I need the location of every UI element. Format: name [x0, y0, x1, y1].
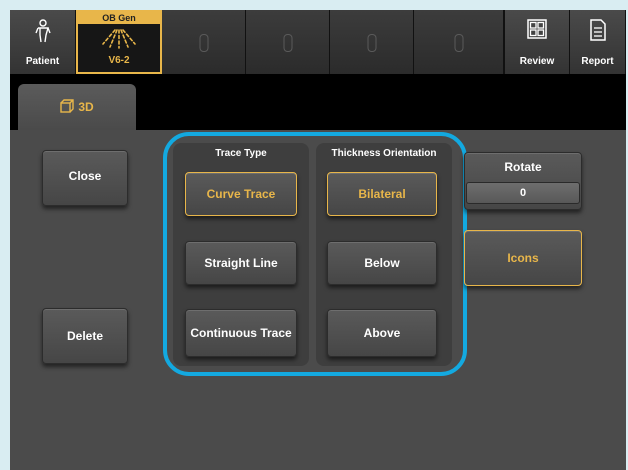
below-button[interactable]: Below	[327, 241, 437, 285]
probe-button[interactable]: OB Gen V6-2	[76, 10, 162, 74]
probe-slot-3[interactable]	[330, 10, 414, 74]
bilateral-button[interactable]: Bilateral	[327, 172, 437, 216]
probe-slot-2[interactable]	[246, 10, 330, 74]
rotate-value-field[interactable]: 0	[466, 182, 580, 204]
probe-slot-4[interactable]	[414, 10, 504, 74]
empty-slot-icon	[199, 34, 208, 52]
straight-line-button[interactable]: Straight Line	[185, 241, 297, 285]
close-button[interactable]: Close	[42, 150, 128, 206]
thickness-orientation-header: Thickness Orientation	[331, 148, 437, 159]
tab-label: 3D	[78, 100, 94, 114]
empty-slot-icon	[454, 34, 463, 52]
empty-slot-icon	[283, 34, 292, 52]
review-grid-icon	[527, 19, 547, 42]
report-document-icon	[589, 19, 607, 44]
patient-label: Patient	[25, 56, 60, 67]
probe-header: OB Gen	[78, 12, 160, 24]
tab-3d[interactable]: 3D	[18, 84, 136, 130]
probe-label: V6-2	[108, 55, 130, 66]
above-button[interactable]: Above	[327, 309, 437, 357]
continuous-trace-button[interactable]: Continuous Trace	[185, 309, 297, 357]
review-label: Review	[519, 56, 555, 67]
ultrasound-screen: Patient OB Gen V6-2 Review Report 3D Clo…	[10, 10, 626, 470]
patient-icon	[34, 19, 51, 46]
review-button[interactable]: Review	[504, 10, 570, 74]
report-button[interactable]: Report	[570, 10, 626, 74]
probe-slot-1[interactable]	[162, 10, 246, 74]
delete-button[interactable]: Delete	[42, 308, 128, 364]
icons-button[interactable]: Icons	[464, 230, 582, 286]
report-label: Report	[581, 56, 614, 67]
rotate-label: Rotate	[504, 160, 542, 174]
patient-button[interactable]: Patient	[10, 10, 76, 74]
cube-3d-icon	[60, 98, 75, 116]
curve-trace-button[interactable]: Curve Trace	[185, 172, 297, 216]
probe-icon	[101, 26, 137, 55]
top-bar: Patient OB Gen V6-2 Review Report	[10, 10, 626, 74]
trace-type-header: Trace Type	[215, 148, 267, 159]
empty-slot-icon	[367, 34, 376, 52]
